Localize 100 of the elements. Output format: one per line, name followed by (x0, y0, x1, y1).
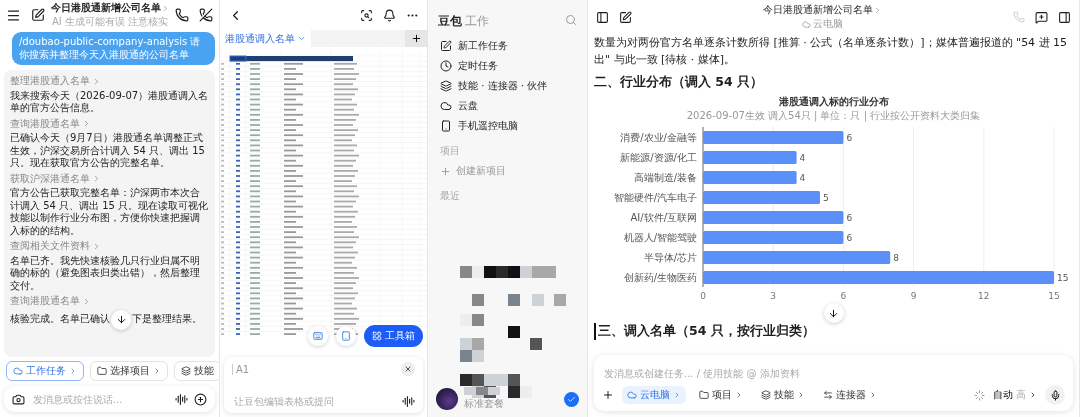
value-label: 4 (799, 173, 805, 183)
chart-title: 港股通调入标的行业分布 (778, 95, 889, 109)
category-label: 高端制造/装备 (633, 172, 697, 183)
sidebar-item[interactable]: 技能 · 连接器 · 伙伴 (428, 76, 587, 96)
layers-icon (440, 80, 452, 92)
phone-off-icon[interactable] (199, 8, 213, 22)
chevron-icon (82, 119, 91, 129)
value-label: 4 (799, 153, 805, 163)
add-icon[interactable] (194, 392, 207, 406)
step-text: 官方公告已获取完整名单：沪深两市本次合计调入 54 只、调出 15 只。现在读取可视化技能以制作行业分布图，方便你快速把握调入标的的结构。 (10, 187, 209, 237)
keyboard-button[interactable] (308, 326, 328, 346)
add-sheet-button[interactable] (405, 30, 427, 47)
value-label: 8 (892, 253, 899, 263)
section-label: 最近 (439, 189, 461, 203)
brand-subtitle: 工作 (465, 14, 489, 28)
category-label: AI/软件/互联网 (629, 212, 697, 223)
document-title[interactable]: 今日港股通新增公司名单 (763, 3, 882, 17)
layers-icon (181, 366, 191, 376)
step-link[interactable]: 查询港股通名单 (10, 295, 209, 308)
panel-toggle-icon[interactable] (1058, 10, 1071, 24)
value-label: 6 (845, 133, 852, 143)
chip-button[interactable]: 项目 (694, 386, 748, 404)
scroll-down-button[interactable] (823, 303, 844, 323)
value-label: 15 (1056, 273, 1068, 283)
camera-icon[interactable] (12, 392, 25, 406)
smartphone-icon (440, 120, 452, 132)
add-icon[interactable] (602, 389, 614, 401)
layers-icon (761, 390, 771, 400)
sidebar-item[interactable]: 新工作任务 (428, 36, 587, 56)
cloud-icon (627, 390, 637, 400)
avatar[interactable] (436, 388, 458, 410)
edit-icon[interactable] (31, 8, 45, 22)
step-link[interactable]: 整理港股通入名单 (10, 75, 209, 88)
chevron-icon (873, 5, 882, 15)
task-field[interactable]: 发消息或创建任务... / 使用技能 @ 添加资料 (602, 361, 1065, 385)
folder-icon (699, 390, 709, 400)
chevron-icon (153, 367, 161, 375)
sidebar-item[interactable]: 定时任务 (428, 56, 587, 76)
section-heading: 三、调入名单（54 只，按行业归类） (594, 323, 1073, 340)
chevron-icon (82, 296, 91, 306)
category-label: 智能硬件/汽车电子 (613, 192, 697, 203)
microphone-button[interactable] (1045, 385, 1065, 405)
section-heading: 二、行业分布（调入 54 只） (594, 74, 765, 91)
new-chat-icon[interactable] (1035, 10, 1048, 24)
category-label: 新能源/资源/化工 (619, 152, 697, 163)
chip-button[interactable]: 工作任务 (6, 361, 84, 381)
body-paragraph: 数量为对两份官方名单逐条计数所得 [推算 · 公式（名单逐条计数）]；媒体普遍报道的 "54 进 15 出" 与此一致 [待核 · 媒体]。 (594, 35, 1069, 68)
edit-icon[interactable] (619, 10, 632, 24)
mode-selector[interactable]: 自动 高 (993, 388, 1037, 402)
cloud-icon (802, 19, 811, 29)
sidebar-item[interactable]: 云盘 (428, 96, 587, 116)
message-field[interactable]: 发消息或按住说话... (31, 392, 169, 406)
close-icon (404, 365, 412, 373)
step-text: 已确认今天（9月7日）港股通名单调整正式生效，沪深交易所合计调入 54 只、调出 15 只。现在获取官方公告的完整名单。 (10, 132, 206, 170)
toolbox-button[interactable]: 工具箱 (364, 325, 423, 347)
step-link[interactable]: 查询港股通名单 (10, 117, 209, 130)
tablet-icon (341, 331, 351, 341)
menu-icon[interactable] (6, 7, 21, 23)
category-label: 消费/农业/金融等 (619, 132, 697, 143)
chip-button[interactable]: 连接器 (818, 386, 882, 404)
tick-label: 9 (910, 291, 916, 301)
voice-icon[interactable] (175, 392, 188, 406)
chevron-icon (673, 391, 681, 399)
cloud-icon (440, 100, 452, 112)
chat-title[interactable]: 今日港股通新增公司名单 (50, 1, 170, 15)
ask-field[interactable]: 让豆包编辑表格或提问 (232, 395, 398, 408)
plus-icon (410, 33, 422, 44)
chip-button[interactable]: 技能 (756, 386, 810, 404)
tablet-button[interactable] (336, 326, 356, 346)
voice-icon[interactable] (402, 395, 415, 408)
arrows-icon (823, 390, 833, 400)
chip-button[interactable]: 技能 (174, 361, 219, 381)
disclaimer: AI 生成可能有误 注意核实 (51, 15, 169, 29)
sheet-tab[interactable]: 港股通调入名单 (220, 30, 311, 47)
sidebar-item[interactable]: 手机遥控电脑 (428, 116, 587, 136)
value-label: 6 (845, 233, 852, 243)
chevron-icon (92, 76, 101, 86)
tick-label: 0 (699, 291, 706, 301)
step-link[interactable]: 获取沪深港通名单 (10, 172, 209, 185)
edit-icon (440, 40, 452, 52)
bell-icon[interactable] (383, 8, 396, 22)
search-icon[interactable] (360, 8, 373, 22)
loading-icon (974, 389, 985, 401)
category-label: 机器人/智能驾驶 (623, 232, 697, 243)
chip-button[interactable]: 选择项目 (90, 361, 168, 381)
step-text: 核验完成。名单已确认 (10, 313, 110, 326)
tick-label: 12 (977, 291, 990, 301)
arrow-down-icon (828, 307, 839, 319)
user-message: /doubao-public-company-analysis 请你搜索并整理今天入港股通的公司名单 (12, 32, 215, 65)
sidebar-toggle-icon[interactable] (596, 10, 609, 24)
chevron-icon (69, 367, 77, 375)
chevron-icon (92, 241, 101, 251)
chevron-icon (735, 391, 743, 399)
close-button[interactable] (401, 362, 415, 376)
chevron-icon (869, 391, 877, 399)
chevron-icon (1029, 391, 1037, 399)
phone-icon[interactable] (175, 8, 189, 22)
caret-icon (297, 34, 306, 43)
scroll-down-button[interactable] (111, 309, 131, 330)
chip-button[interactable]: 云电脑 (622, 386, 686, 404)
